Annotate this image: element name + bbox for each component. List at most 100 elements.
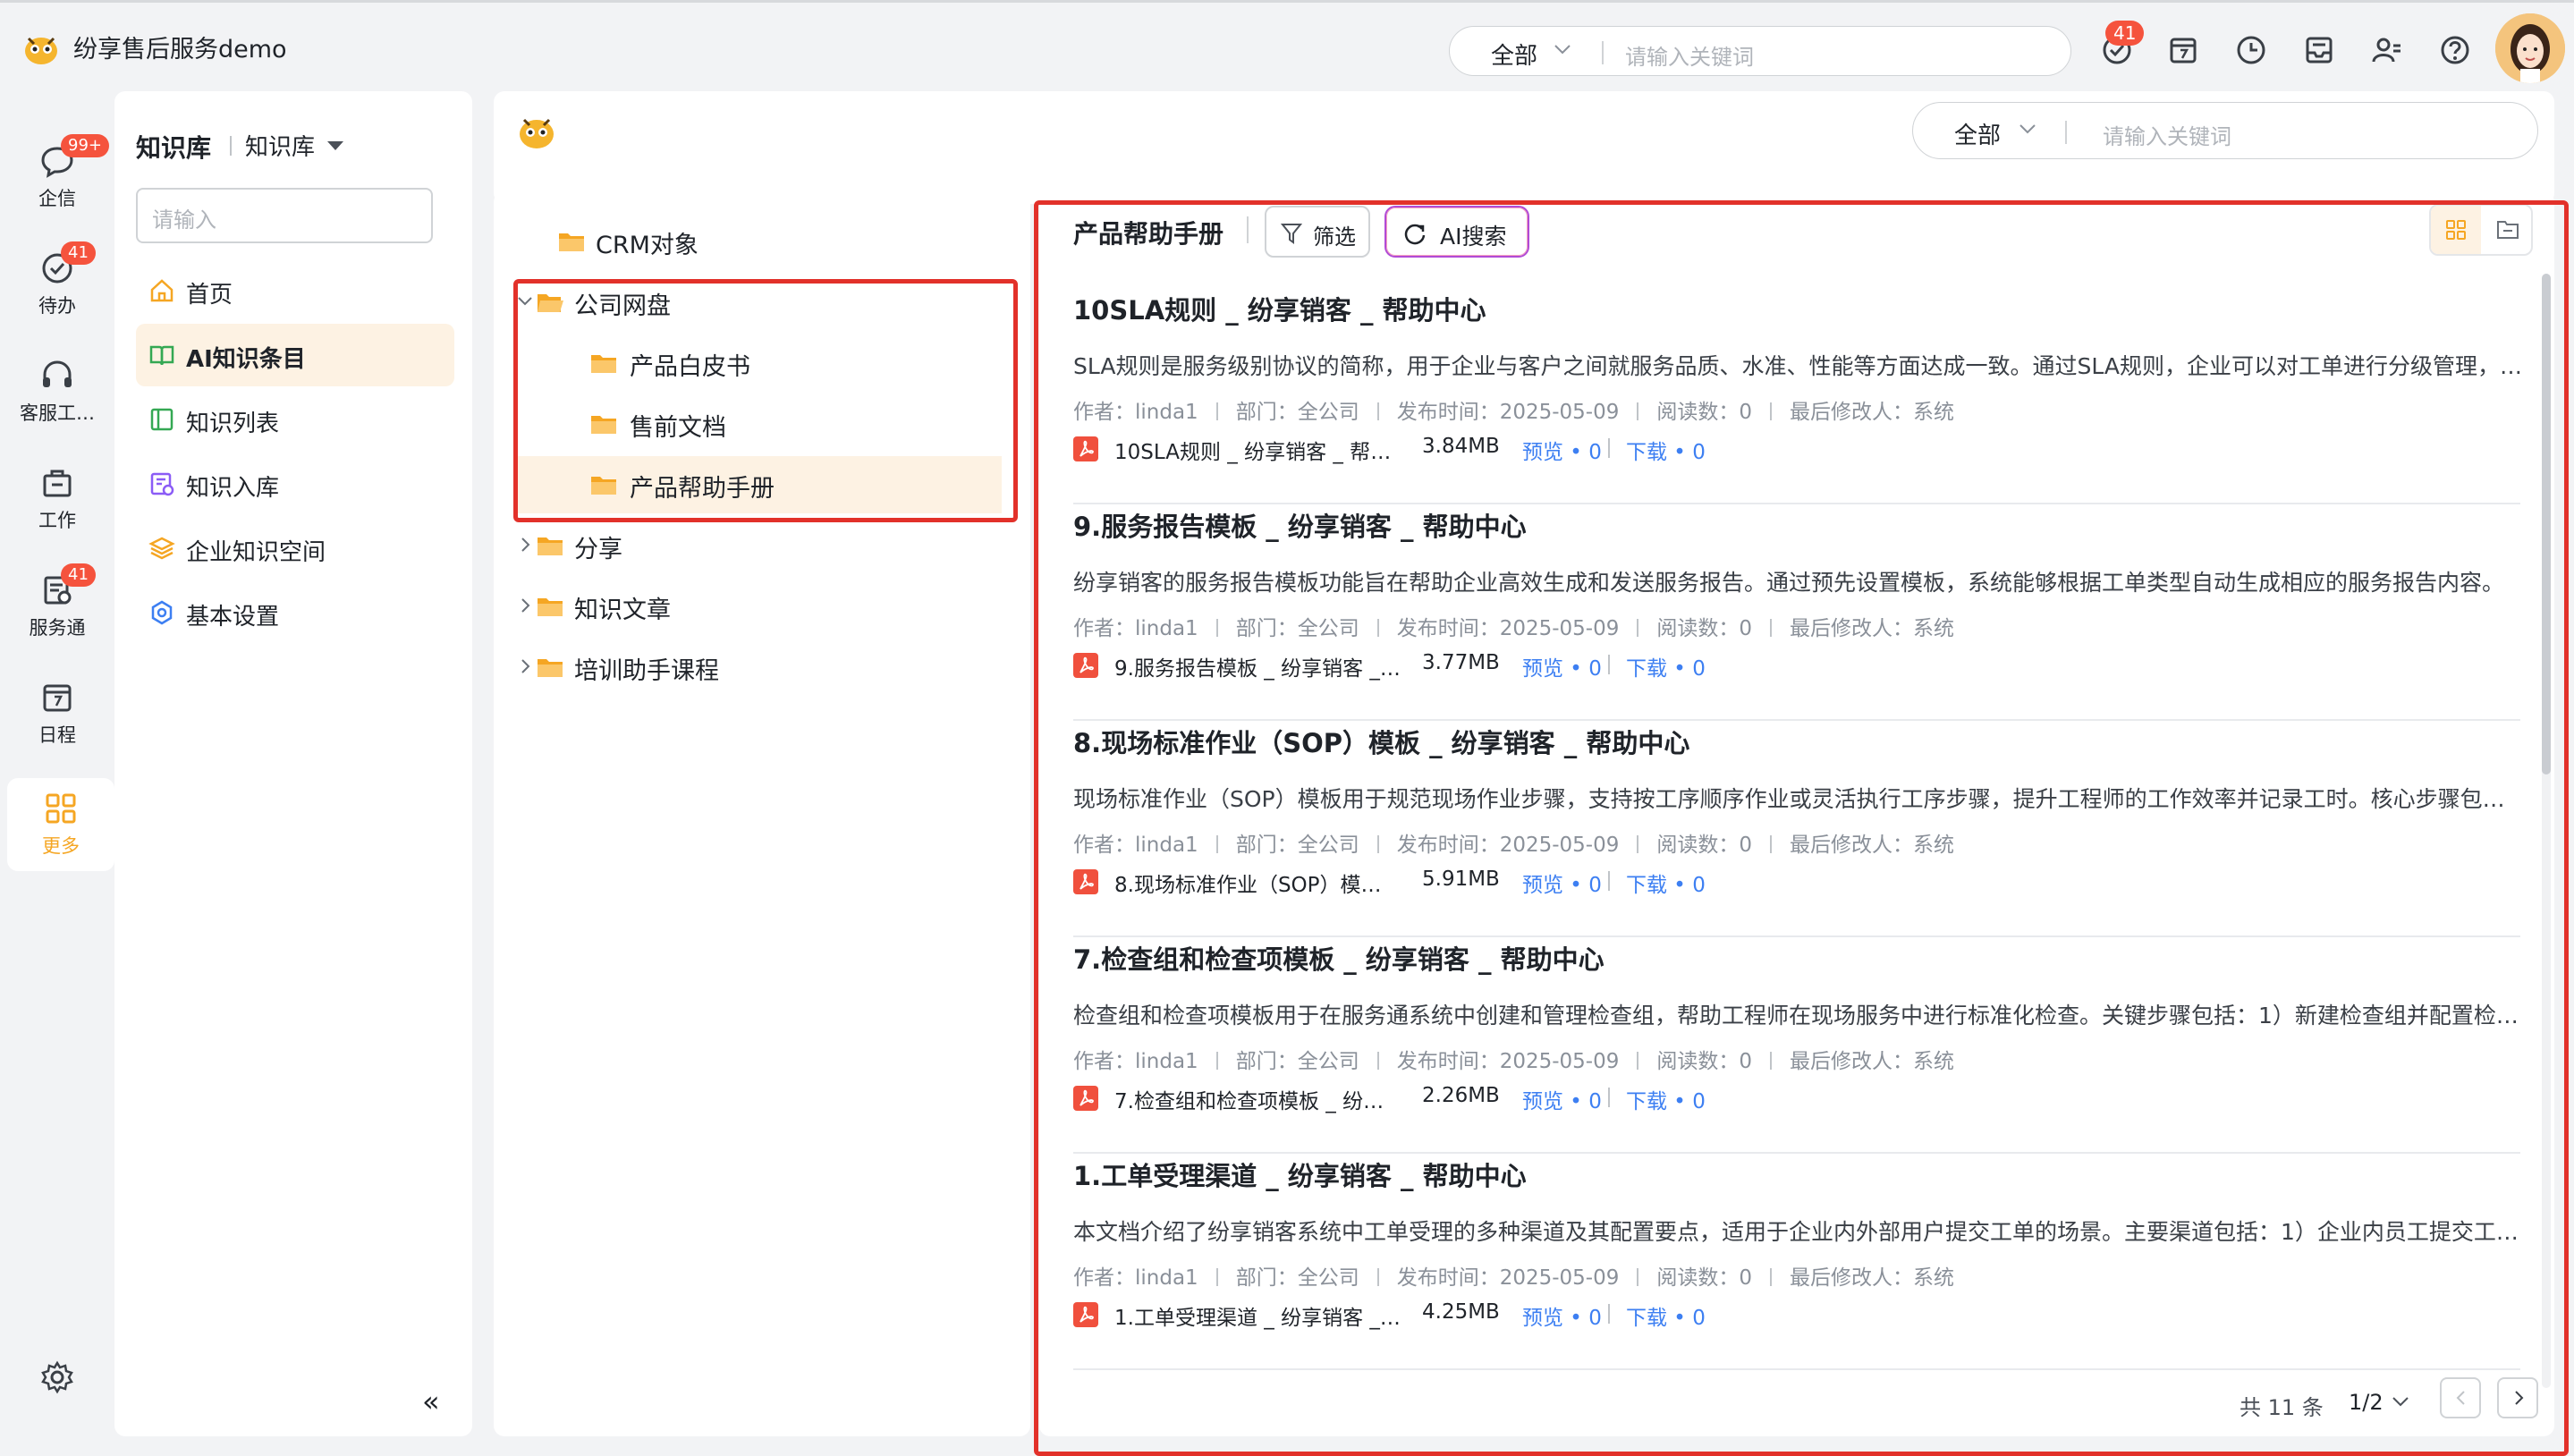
item-divider — [1073, 1152, 2520, 1154]
chevron-right-icon[interactable] — [515, 596, 535, 615]
menu-item-home[interactable]: 首页 — [136, 259, 454, 322]
inbox-icon[interactable] — [2302, 33, 2336, 67]
download-link[interactable]: 下载 • 0 — [1626, 435, 1706, 465]
folder-icon — [590, 413, 617, 435]
chevron-right-icon[interactable] — [515, 535, 535, 554]
chevron-down-icon[interactable] — [1554, 43, 1571, 55]
download-link[interactable]: 下载 • 0 — [1626, 868, 1706, 898]
document-list-panel: 产品帮助手册 筛选 AI搜索 10SLA规则 _ 纷享销客 _ 帮助中心 SLA… — [1039, 191, 2554, 1436]
pdf-icon — [1073, 1086, 1098, 1111]
item-meta: 作者：linda1 部门：全公司 发布时间：2025-05-09 阅读数：0 最后修改人… — [1073, 617, 1954, 640]
rail-settings[interactable] — [0, 1359, 114, 1395]
filter-icon — [1281, 222, 1302, 245]
rail-item-service[interactable]: 服务通 41 — [0, 563, 114, 640]
item-title[interactable]: 1.工单受理渠道 _ 纷享销客 _ 帮助中心 — [1073, 1155, 1527, 1193]
folder-icon — [590, 352, 617, 374]
tree-node-help-manual[interactable]: 产品帮助手册 — [515, 456, 1002, 513]
calendar-icon — [39, 680, 75, 715]
prev-page-button[interactable] — [2440, 1377, 2481, 1418]
file-size: 2.26MB — [1422, 1084, 1500, 1107]
collapse-sidebar-icon[interactable]: « — [422, 1384, 440, 1418]
gear-icon — [39, 1359, 75, 1395]
main-search[interactable]: 全部 请输入关键词 — [1912, 102, 2538, 159]
item-divider — [1073, 719, 2520, 721]
list-item[interactable]: 1.工单受理渠道 _ 纷享销客 _ 帮助中心 本文档介绍了纷享销客系统中工单受理… — [1073, 1155, 2522, 1370]
list-item[interactable]: 9.服务报告模板 _ 纷享销客 _ 帮助中心 纷享销客的服务报告模板功能旨在帮助… — [1073, 506, 2520, 721]
chevron-down-icon[interactable] — [2019, 123, 2036, 135]
menu-item-knowledge-space[interactable]: 企业知识空间 — [136, 517, 454, 580]
menu-item-knowledge-list[interactable]: 知识列表 — [136, 388, 454, 451]
user-avatar[interactable] — [2495, 13, 2565, 83]
global-search[interactable]: 全部 请输入关键词 — [1449, 26, 2071, 76]
folder-view-button[interactable] — [2483, 206, 2531, 254]
preview-link[interactable]: 预览 • 0 — [1522, 1084, 1602, 1114]
file-name[interactable]: 9.服务报告模板 _ 纷享销客 _ 帮助中心.pdf — [1114, 651, 1401, 681]
help-icon[interactable] — [2438, 33, 2472, 67]
file-name[interactable]: 7.检查组和检查项模板 _ 纷享销客 _ 帮助中心.pdf — [1114, 1084, 1401, 1114]
chevron-down-icon[interactable] — [2392, 1395, 2409, 1408]
item-title[interactable]: 10SLA规则 _ 纷享销客 _ 帮助中心 — [1073, 290, 1486, 327]
rail-item-chat[interactable]: 企信 99+ — [0, 134, 114, 211]
file-name[interactable]: 10SLA规则 _ 纷享销客 _ 帮助中心.pdf — [1114, 435, 1401, 465]
global-search-input[interactable]: 请输入关键词 — [1625, 39, 1754, 71]
item-divider — [1073, 503, 2520, 504]
list-scrollbar[interactable] — [2542, 274, 2551, 1388]
layers-icon — [148, 535, 175, 562]
menu-item-import[interactable]: 知识入库 — [136, 453, 454, 515]
list-item[interactable]: 8.现场标准作业（SOP）模板 _ 纷享销客 _ 帮助中心 现场标准作业（SOP… — [1073, 723, 2522, 937]
filter-button[interactable]: 筛选 — [1265, 206, 1370, 258]
main-header: 全部 请输入关键词 — [494, 91, 2554, 204]
menu-item-ai-entries[interactable]: AI知识条目 — [136, 324, 454, 386]
download-link[interactable]: 下载 • 0 — [1626, 1084, 1706, 1114]
app-title: 纷享售后服务demo — [73, 36, 287, 63]
ai-search-button[interactable]: AI搜索 — [1384, 206, 1529, 258]
headset-icon — [39, 358, 75, 394]
list-item[interactable]: 7.检查组和检查项模板 _ 纷享销客 _ 帮助中心 检查组和检查项模板用于在服务… — [1073, 939, 2522, 1154]
contacts-icon[interactable] — [2370, 33, 2404, 67]
tree-node-crm[interactable]: CRM对象 — [537, 213, 1002, 270]
item-title[interactable]: 8.现场标准作业（SOP）模板 _ 纷享销客 _ 帮助中心 — [1073, 723, 1689, 760]
folder-icon — [537, 656, 563, 678]
preview-link[interactable]: 预览 • 0 — [1522, 1300, 1602, 1331]
preview-link[interactable]: 预览 • 0 — [1522, 868, 1602, 898]
tree-node-presales[interactable]: 售前文档 — [515, 395, 1002, 453]
preview-link[interactable]: 预览 • 0 — [1522, 651, 1602, 681]
grid-view-button[interactable] — [2431, 206, 2481, 254]
tree-node-company-drive[interactable]: 公司网盘 — [515, 274, 1002, 331]
scrollbar-thumb[interactable] — [2542, 274, 2551, 775]
pager-total: 共 11 条 — [2240, 1395, 2324, 1420]
download-link[interactable]: 下载 • 0 — [1626, 651, 1706, 681]
main-search-scope[interactable]: 全部 — [1954, 117, 2001, 150]
pager-page-select[interactable]: 1/2 — [2349, 1390, 2383, 1415]
kb-switcher[interactable]: 知识库 — [245, 129, 315, 162]
tree-node-share[interactable]: 分享 — [515, 517, 1002, 574]
chevron-down-icon[interactable] — [515, 292, 535, 311]
rail-item-todo[interactable]: 待办 41 — [0, 241, 114, 318]
rail-item-more[interactable]: 更多 — [7, 778, 114, 871]
caret-down-icon[interactable] — [327, 141, 343, 150]
tree-node-articles[interactable]: 知识文章 — [515, 578, 1002, 635]
calendar-icon[interactable] — [2166, 33, 2200, 67]
tree-node-training[interactable]: 培训助手课程 — [515, 639, 1002, 696]
clock-icon[interactable] — [2234, 33, 2268, 67]
menu-item-settings[interactable]: 基本设置 — [136, 581, 454, 644]
grid-view-icon — [2446, 220, 2466, 240]
rail-item-work[interactable]: 工作 — [0, 465, 114, 533]
next-page-button[interactable] — [2497, 1377, 2538, 1418]
download-link[interactable]: 下载 • 0 — [1626, 1300, 1706, 1331]
kb-search-input[interactable]: 请输入 — [136, 188, 433, 243]
item-title[interactable]: 9.服务报告模板 _ 纷享销客 _ 帮助中心 — [1073, 506, 1527, 544]
rail-item-customer-service[interactable]: 客服工… — [0, 358, 114, 426]
file-name[interactable]: 8.现场标准作业（SOP）模板 _ 纷享销客 _ 帮助中心.pdf — [1114, 868, 1401, 898]
preview-link[interactable]: 预览 • 0 — [1522, 435, 1602, 465]
file-name[interactable]: 1.工单受理渠道 _ 纷享销客 _ 帮助中心.pdf — [1114, 1300, 1401, 1331]
tree-node-whitepaper[interactable]: 产品白皮书 — [515, 334, 1002, 392]
chevron-right-icon[interactable] — [515, 656, 535, 676]
item-desc: 本文档介绍了纷享销客系统中工单受理的多种渠道及其配置要点，适用于企业内外部用户提… — [1073, 1219, 2522, 1245]
list-item[interactable]: 10SLA规则 _ 纷享销客 _ 帮助中心 SLA规则是服务级别协议的简称，用于… — [1073, 290, 2522, 504]
rail-item-schedule[interactable]: 日程 — [0, 680, 114, 748]
main-search-input[interactable]: 请输入关键词 — [2103, 119, 2231, 150]
global-search-scope[interactable]: 全部 — [1491, 38, 1537, 71]
item-meta: 作者：linda1 部门：全公司 发布时间：2025-05-09 阅读数：0 最后修改人… — [1073, 401, 1954, 424]
item-title[interactable]: 7.检查组和检查项模板 _ 纷享销客 _ 帮助中心 — [1073, 939, 1605, 977]
